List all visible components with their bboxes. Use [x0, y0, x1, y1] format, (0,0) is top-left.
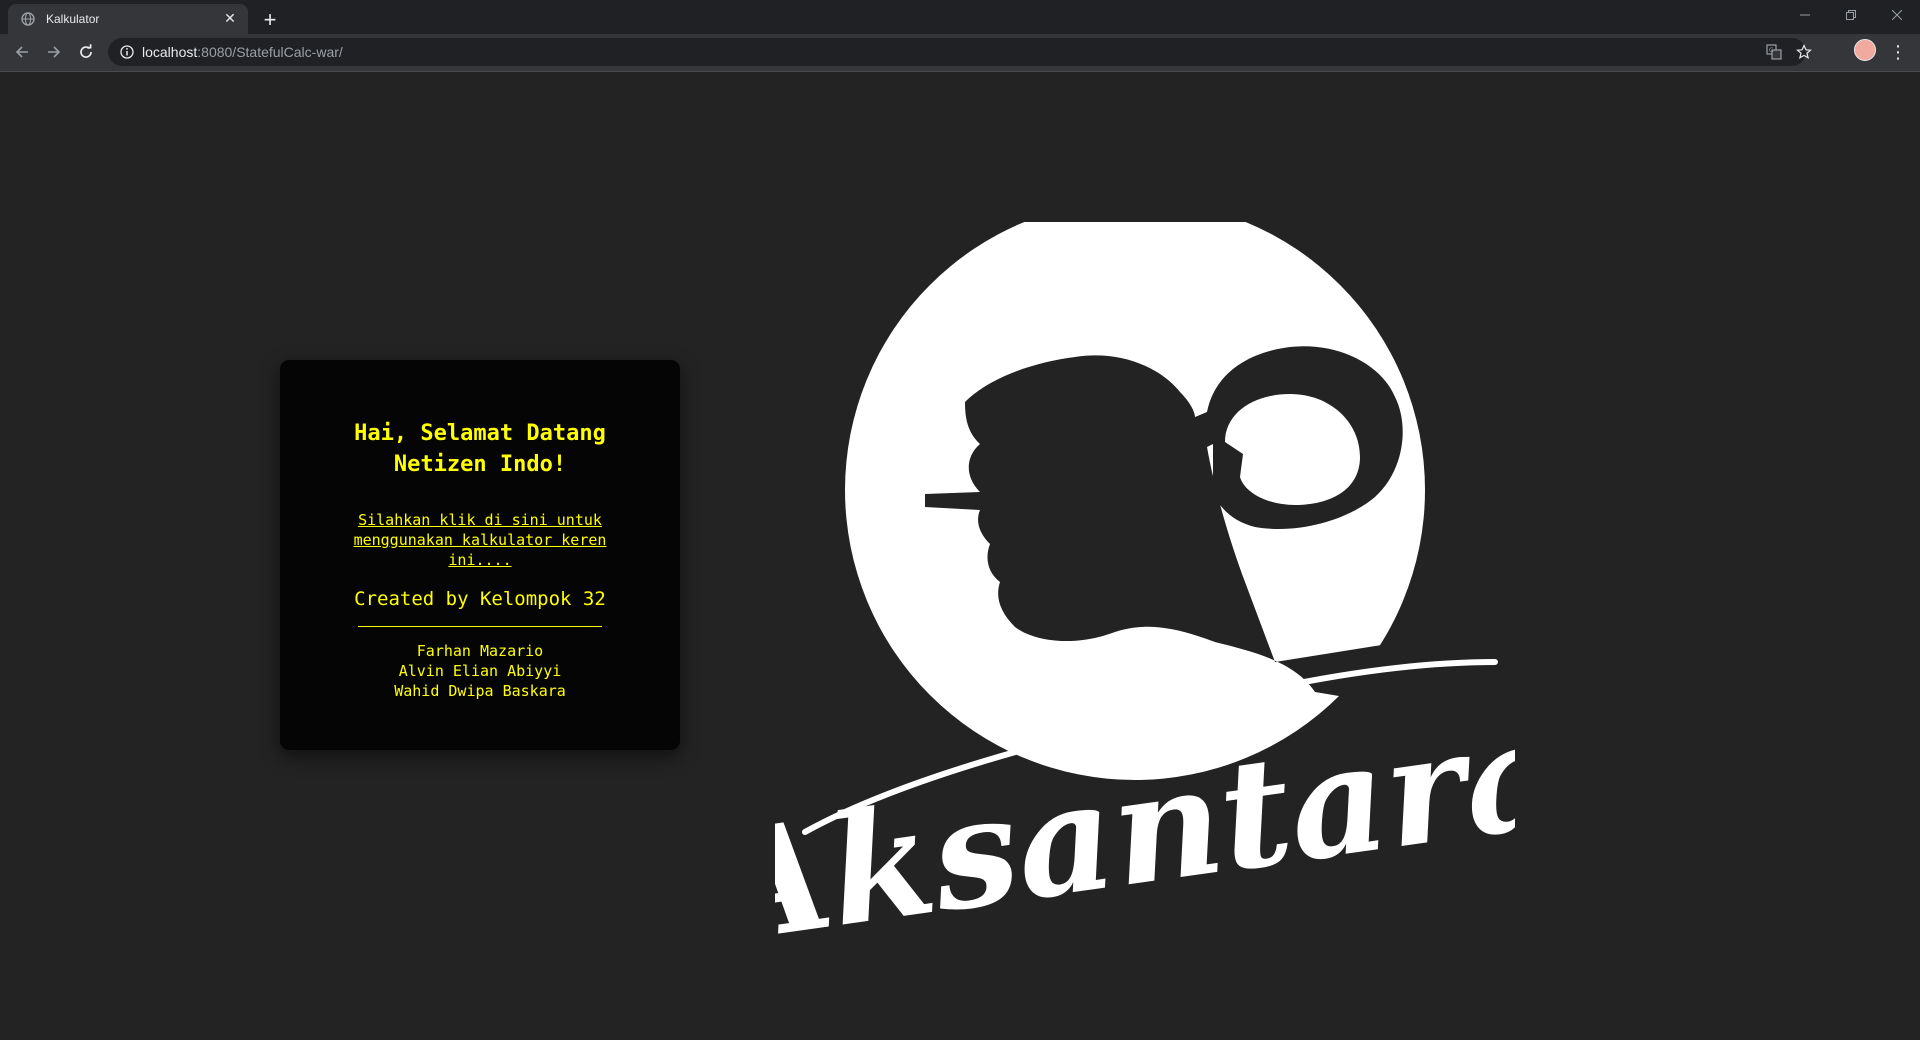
url-text: localhost:8080/StatefulCalc-war/: [142, 44, 343, 60]
welcome-card: Hai, Selamat Datang Netizen Indo! Silahk…: [280, 360, 680, 750]
forward-arrow-icon[interactable]: [40, 38, 68, 66]
minimize-icon[interactable]: [1782, 0, 1828, 30]
browser-tab-strip: Kalkulator ✕ +: [0, 0, 1920, 34]
created-by-text: Created by Kelompok 32: [354, 588, 606, 610]
translate-icon[interactable]: G: [1760, 38, 1788, 66]
welcome-heading: Hai, Selamat Datang Netizen Indo!: [354, 421, 606, 477]
url-path: :8080/StatefulCalc-war/: [197, 44, 343, 60]
member-name: Wahid Dwipa Baskara: [394, 682, 566, 700]
profile-avatar[interactable]: [1854, 39, 1876, 61]
site-info-icon[interactable]: [112, 45, 142, 59]
calculator-link[interactable]: Silahkan klik di sini untuk menggunakan …: [344, 510, 616, 570]
globe-icon: [20, 11, 36, 27]
tab-close-icon[interactable]: ✕: [218, 7, 242, 31]
address-bar[interactable]: localhost:8080/StatefulCalc-war/ G: [108, 38, 1812, 66]
aksantara-logo: Aksantara: [775, 222, 1515, 979]
back-arrow-icon[interactable]: [8, 38, 36, 66]
browser-toolbar: localhost:8080/StatefulCalc-war/ G ⋮: [0, 34, 1920, 72]
reload-icon[interactable]: [72, 38, 100, 66]
divider: [358, 626, 602, 627]
tab-title: Kalkulator: [46, 12, 100, 26]
page-viewport: Hai, Selamat Datang Netizen Indo! Silahk…: [0, 72, 1920, 1040]
url-host: localhost: [142, 44, 198, 60]
member-name: Farhan Mazario: [416, 642, 544, 660]
close-window-icon[interactable]: [1874, 0, 1920, 30]
new-tab-icon[interactable]: +: [256, 6, 284, 34]
member-list: Farhan Mazario Alvin Elian Abiyyi Wahid …: [280, 641, 680, 701]
bookmark-star-icon[interactable]: [1790, 38, 1818, 66]
browser-menu-icon[interactable]: ⋮: [1884, 38, 1912, 66]
browser-tab[interactable]: Kalkulator ✕: [8, 4, 248, 34]
restore-icon[interactable]: [1828, 0, 1874, 30]
member-name: Alvin Elian Abiyyi: [398, 662, 562, 680]
svg-text:G: G: [1769, 47, 1774, 54]
